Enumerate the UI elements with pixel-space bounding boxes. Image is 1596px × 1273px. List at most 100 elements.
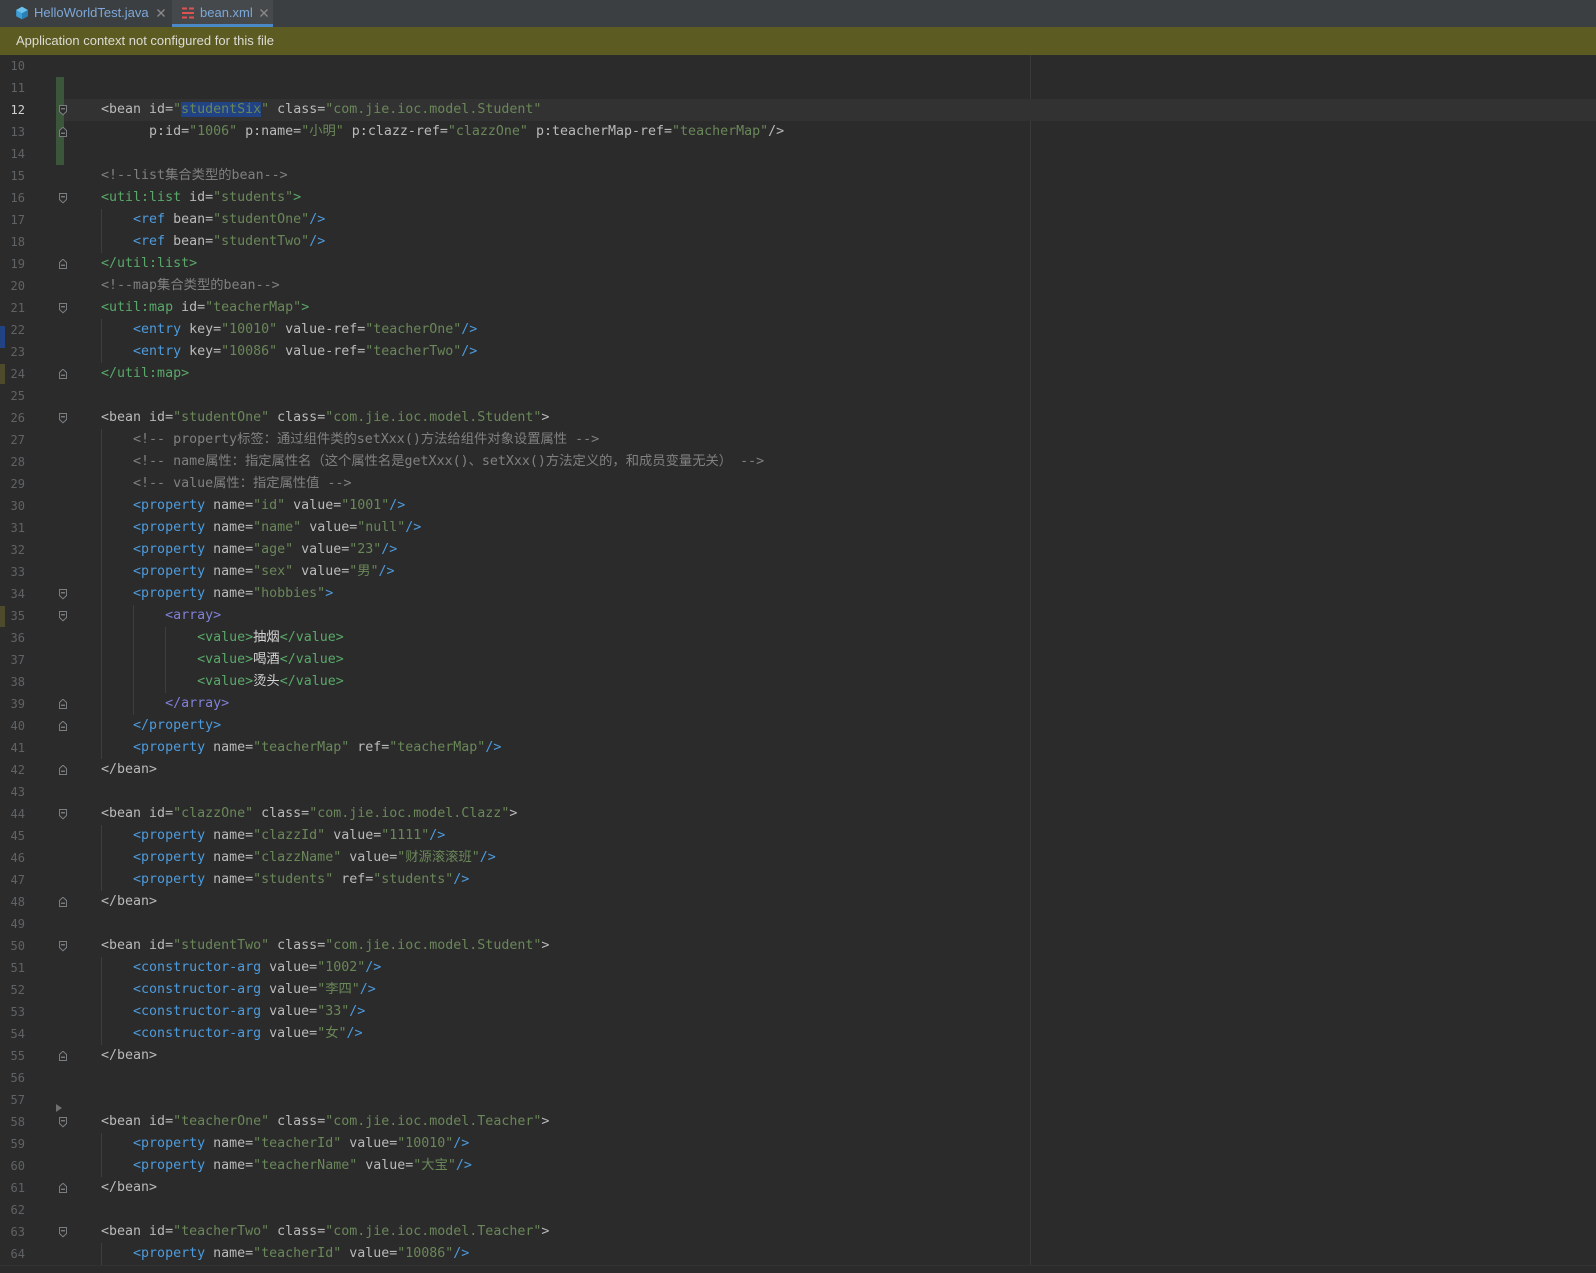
code-line[interactable]: 58 <bean id="teacherOne" class="com.jie.… [0, 1111, 1596, 1133]
code-text[interactable]: </util:map> [69, 363, 189, 385]
fold-end-icon[interactable] [58, 259, 68, 270]
code-line[interactable]: 39 </array> [0, 693, 1596, 715]
code-text[interactable]: <value>烫头</value> [69, 671, 344, 693]
code-line[interactable]: 49 [0, 913, 1596, 935]
code-line[interactable]: 56 [0, 1067, 1596, 1089]
code-text[interactable]: <property name="teacherName" value="大宝"/… [69, 1155, 472, 1177]
code-text[interactable]: <constructor-arg value="李四"/> [69, 979, 376, 1001]
horizontal-scrollbar[interactable] [0, 1265, 1596, 1273]
code-line[interactable]: 31 <property name="name" value="null"/> [0, 517, 1596, 539]
code-line[interactable]: 12 <bean id="studentSix" class="com.jie.… [0, 99, 1596, 121]
code-text[interactable]: <property name="hobbies"> [69, 583, 333, 605]
code-text[interactable]: <bean id="studentTwo" class="com.jie.ioc… [69, 935, 549, 957]
code-text[interactable]: <array> [69, 605, 221, 627]
code-line[interactable]: 37 <value>喝酒</value> [0, 649, 1596, 671]
fold-start-icon[interactable] [58, 809, 68, 820]
code-text[interactable]: </bean> [69, 759, 157, 781]
code-line[interactable]: 52 <constructor-arg value="李四"/> [0, 979, 1596, 1001]
tab-helloworldtest-java[interactable]: HelloWorldTest.java [0, 0, 170, 27]
code-text[interactable]: <property name="teacherMap" ref="teacher… [69, 737, 501, 759]
code-line[interactable]: 26 <bean id="studentOne" class="com.jie.… [0, 407, 1596, 429]
code-text[interactable]: p:id="1006" p:name="小明" p:clazz-ref="cla… [69, 121, 784, 143]
code-line[interactable]: 21 <util:map id="teacherMap"> [0, 297, 1596, 319]
tab-bean-xml[interactable]: bean.xml [172, 0, 273, 27]
code-line[interactable]: 20 <!--map集合类型的bean--> [0, 275, 1596, 297]
code-line[interactable]: 11 [0, 77, 1596, 99]
fold-end-icon[interactable] [58, 1183, 68, 1194]
code-text[interactable]: <util:list id="students"> [69, 187, 301, 209]
code-text[interactable]: <property name="sex" value="男"/> [69, 561, 395, 583]
code-line[interactable]: 57 [0, 1089, 1596, 1114]
code-text[interactable]: <property name="name" value="null"/> [69, 517, 421, 539]
code-text[interactable]: <property name="students" ref="students"… [69, 869, 469, 891]
close-icon[interactable] [260, 9, 268, 17]
vcs-change-marker[interactable] [56, 77, 64, 99]
code-line[interactable]: 23 <entry key="10086" value-ref="teacher… [0, 341, 1596, 363]
code-text[interactable]: <bean id="clazzOne" class="com.jie.ioc.m… [69, 803, 517, 825]
code-line[interactable]: 32 <property name="age" value="23"/> [0, 539, 1596, 561]
code-text[interactable]: <value>抽烟</value> [69, 627, 344, 649]
code-text[interactable]: <constructor-arg value="1002"/> [69, 957, 381, 979]
code-line[interactable]: 63 <bean id="teacherTwo" class="com.jie.… [0, 1221, 1596, 1243]
vcs-change-marker[interactable] [56, 143, 64, 165]
code-line[interactable]: 54 <constructor-arg value="女"/> [0, 1023, 1596, 1045]
code-line[interactable]: 34 <property name="hobbies"> [0, 583, 1596, 605]
fold-start-icon[interactable] [58, 105, 68, 116]
code-line[interactable]: 44 <bean id="clazzOne" class="com.jie.io… [0, 803, 1596, 825]
code-text[interactable]: <ref bean="studentOne"/> [69, 209, 325, 231]
code-text[interactable]: <constructor-arg value="女"/> [69, 1023, 362, 1045]
code-text[interactable]: <property name="clazzName" value="财源滚滚班"… [69, 847, 496, 869]
code-text[interactable]: <property name="id" value="1001"/> [69, 495, 405, 517]
code-line[interactable]: 46 <property name="clazzName" value="财源滚… [0, 847, 1596, 869]
code-line[interactable]: 53 <constructor-arg value="33"/> [0, 1001, 1596, 1023]
arrow-marker-icon[interactable] [54, 1103, 64, 1114]
code-line[interactable]: 48 </bean> [0, 891, 1596, 913]
fold-end-icon[interactable] [58, 699, 68, 710]
code-text[interactable]: <entry key="10010" value-ref="teacherOne… [69, 319, 477, 341]
code-line[interactable]: 35 <array> [0, 605, 1596, 627]
code-line[interactable]: 62 [0, 1199, 1596, 1221]
code-text[interactable]: </bean> [69, 1045, 157, 1067]
code-text[interactable]: <property name="age" value="23"/> [69, 539, 397, 561]
code-line[interactable]: 14 [0, 143, 1596, 165]
code-line[interactable]: 59 <property name="teacherId" value="100… [0, 1133, 1596, 1155]
code-text[interactable]: </property> [69, 715, 221, 737]
code-line[interactable]: 28 <!-- name属性：指定属性名（这个属性名是getXxx()、setX… [0, 451, 1596, 473]
code-line[interactable]: 36 <value>抽烟</value> [0, 627, 1596, 649]
code-text[interactable]: <!--list集合类型的bean--> [69, 165, 288, 187]
fold-end-icon[interactable] [58, 1051, 68, 1062]
code-line[interactable]: 16 <util:list id="students"> [0, 187, 1596, 209]
fold-end-icon[interactable] [58, 897, 68, 908]
fold-start-icon[interactable] [58, 1117, 68, 1128]
code-line[interactable]: 60 <property name="teacherName" value="大… [0, 1155, 1596, 1177]
code-line[interactable]: 64 <property name="teacherId" value="100… [0, 1243, 1596, 1265]
code-text[interactable]: <property name="clazzId" value="1111"/> [69, 825, 445, 847]
code-line[interactable]: 51 <constructor-arg value="1002"/> [0, 957, 1596, 979]
code-text[interactable]: <bean id="studentSix" class="com.jie.ioc… [69, 99, 541, 121]
fold-end-icon[interactable] [58, 127, 68, 138]
code-text[interactable]: </array> [69, 693, 229, 715]
close-icon[interactable] [157, 9, 165, 17]
code-text[interactable]: <property name="teacherId" value="10086"… [69, 1243, 469, 1265]
code-line[interactable]: 24 </util:map> [0, 363, 1596, 385]
code-line[interactable]: 33 <property name="sex" value="男"/> [0, 561, 1596, 583]
code-line[interactable]: 15 <!--list集合类型的bean--> [0, 165, 1596, 187]
fold-start-icon[interactable] [58, 611, 68, 622]
fold-start-icon[interactable] [58, 941, 68, 952]
code-text[interactable]: <ref bean="studentTwo"/> [69, 231, 325, 253]
fold-end-icon[interactable] [58, 369, 68, 380]
code-text[interactable]: <property name="teacherId" value="10010"… [69, 1133, 469, 1155]
code-line[interactable]: 13 p:id="1006" p:name="小明" p:clazz-ref="… [0, 121, 1596, 143]
code-line[interactable]: 30 <property name="id" value="1001"/> [0, 495, 1596, 517]
code-text[interactable]: <entry key="10086" value-ref="teacherTwo… [69, 341, 477, 363]
code-line[interactable]: 25 [0, 385, 1596, 407]
code-line[interactable]: 17 <ref bean="studentOne"/> [0, 209, 1596, 231]
code-line[interactable]: 22 <entry key="10010" value-ref="teacher… [0, 319, 1596, 341]
code-line[interactable]: 38 <value>烫头</value> [0, 671, 1596, 693]
code-text[interactable]: <util:map id="teacherMap"> [69, 297, 309, 319]
code-text[interactable]: </bean> [69, 1177, 157, 1199]
code-line[interactable]: 61 </bean> [0, 1177, 1596, 1199]
code-text[interactable]: <!--map集合类型的bean--> [69, 275, 280, 297]
code-line[interactable]: 29 <!-- value属性：指定属性值 --> [0, 473, 1596, 495]
code-text[interactable]: <!-- value属性：指定属性值 --> [69, 473, 351, 495]
